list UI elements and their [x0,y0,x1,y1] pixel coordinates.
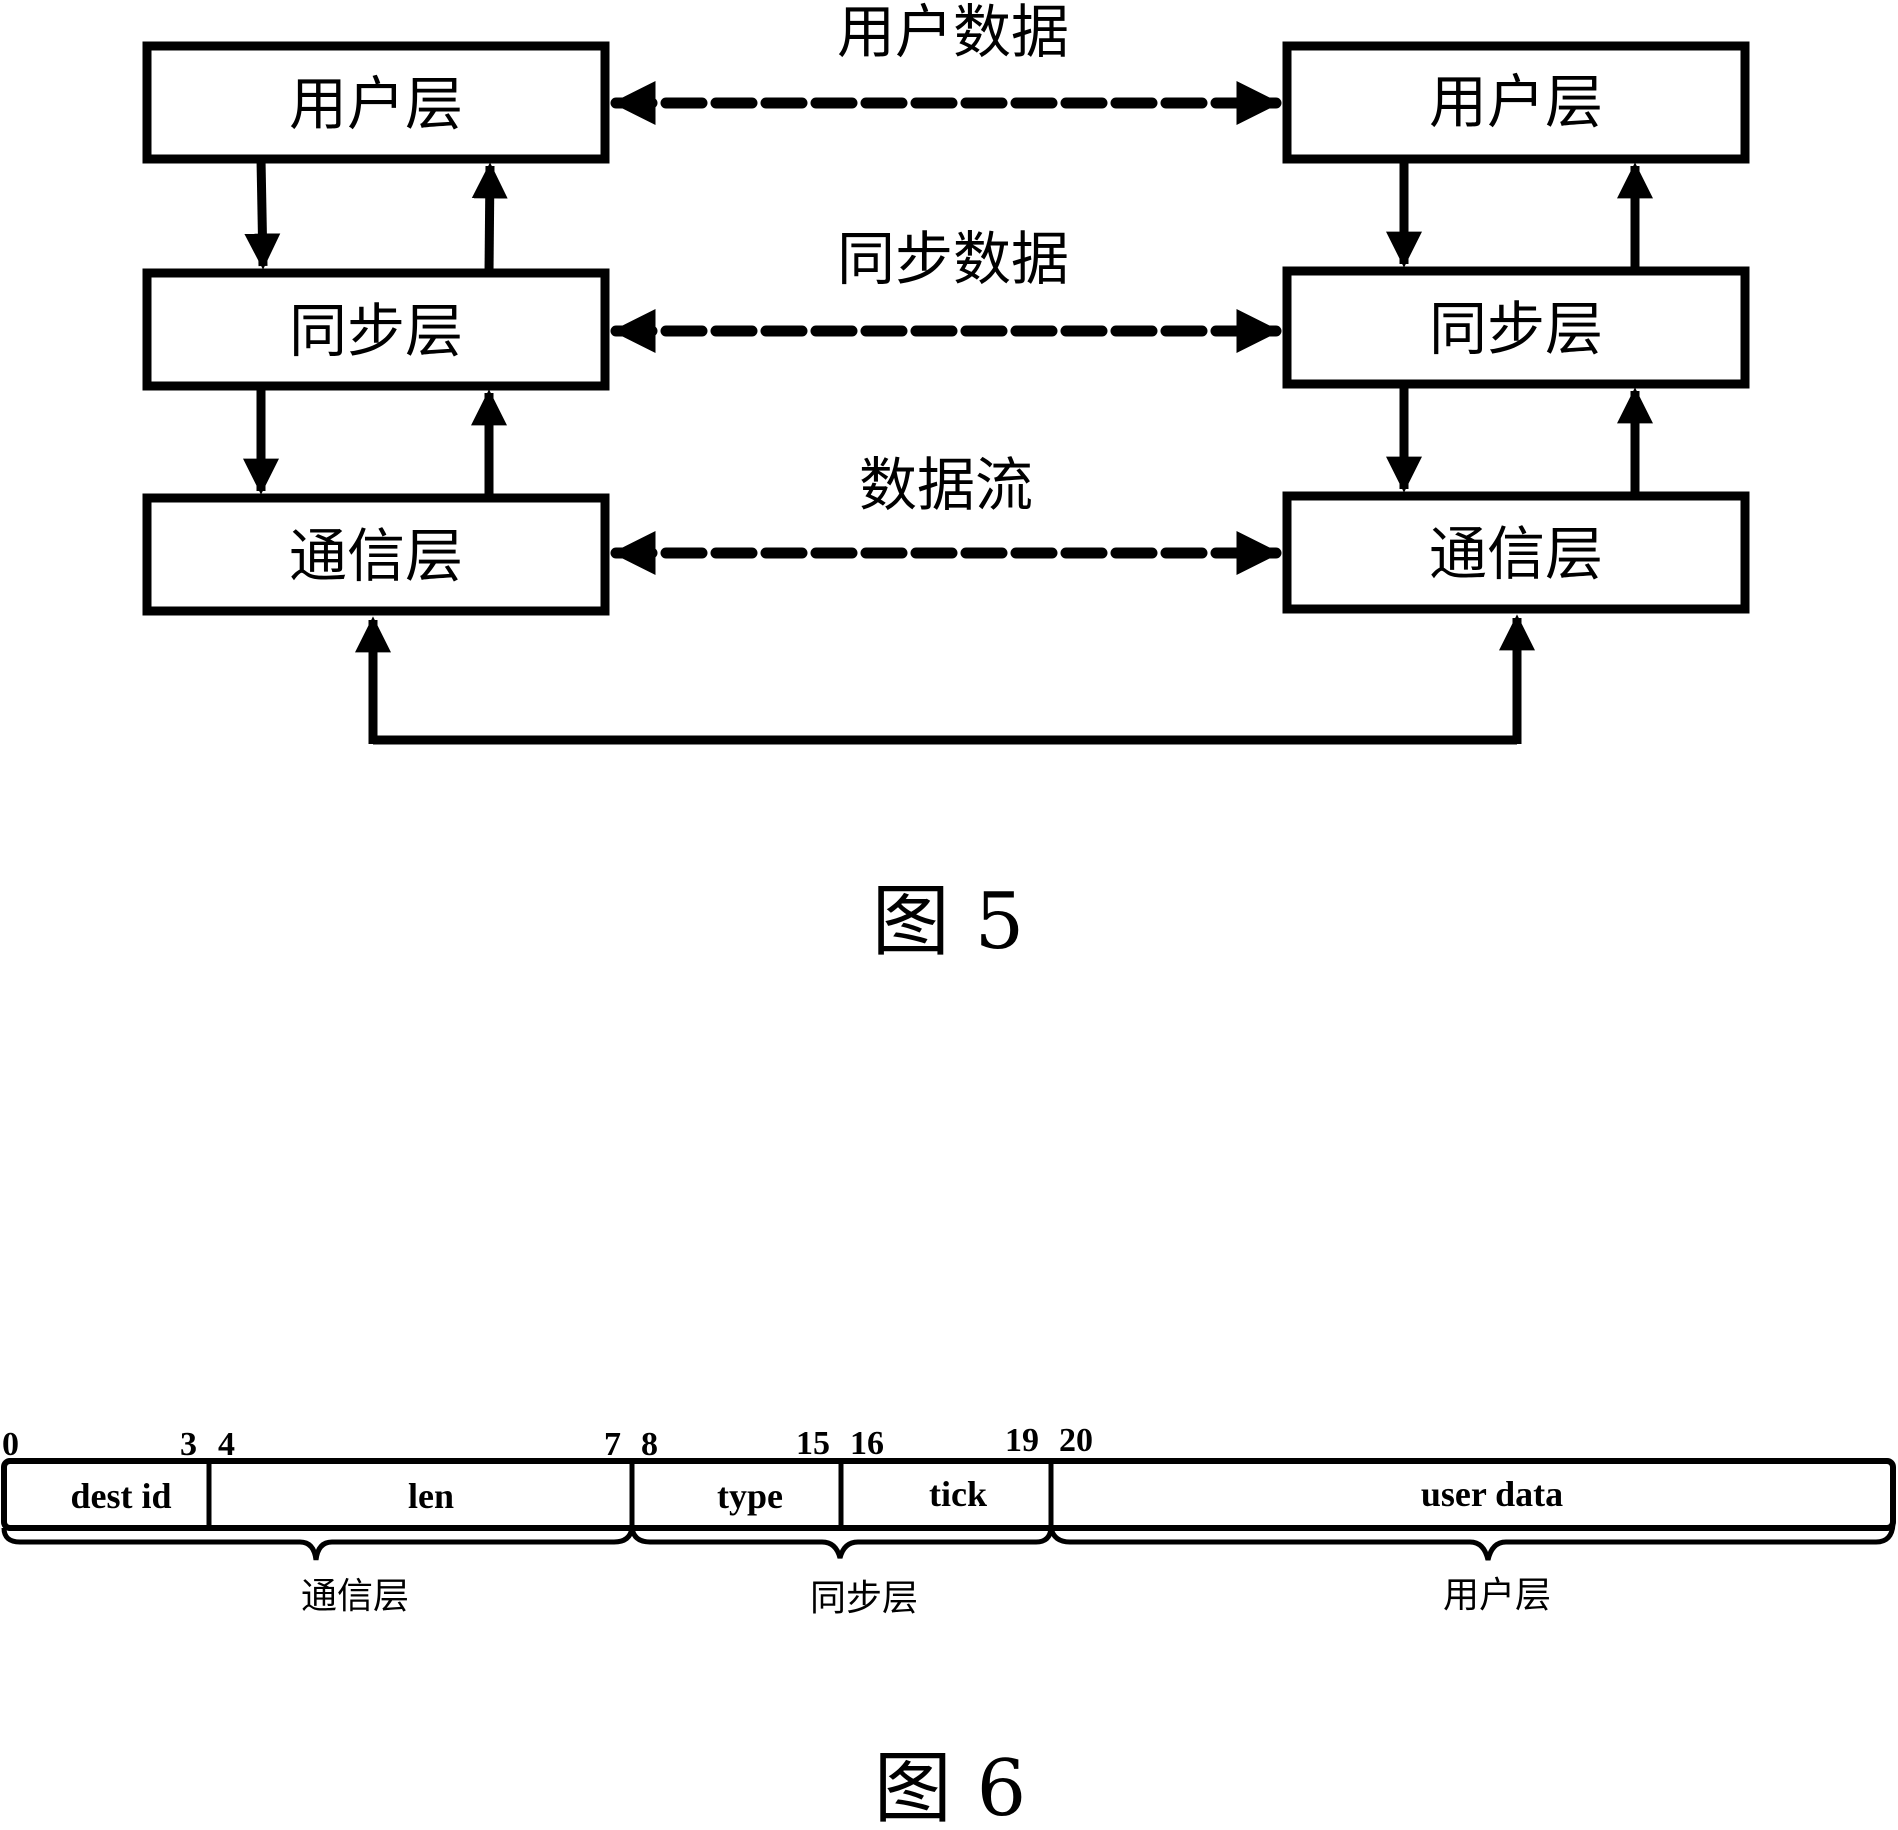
figure-6: 0 3 4 7 8 15 16 19 20 dest id len type t… [1,1422,1896,1830]
figure-5-caption: 图 5 [872,877,1024,967]
brace-sync-layer [629,1527,1054,1559]
brace-comm-layer [1,1527,635,1561]
right-comm-layer-label: 通信层 [1429,520,1603,588]
field-type: type [717,1476,783,1516]
physical-link [355,614,1535,745]
group-user-layer-label: 用户层 [1443,1575,1551,1616]
field-len: len [408,1476,454,1516]
group-sync-layer-label: 同步层 [810,1578,918,1619]
bit-0: 0 [2,1426,19,1463]
figure-6-caption: 图 6 [874,1744,1026,1830]
data-stream-link-label: 数据流 [859,451,1033,519]
left-user-layer-label: 用户层 [289,70,463,138]
bit-8: 8 [641,1426,658,1463]
right-user-layer-label: 用户层 [1429,68,1603,136]
sync-data-link-label: 同步数据 [837,225,1069,293]
bit-15: 15 [796,1425,830,1462]
left-down-arrow-1 [244,158,281,270]
left-comm-layer-label: 通信层 [289,522,463,590]
bit-20: 20 [1059,1422,1093,1459]
right-stack: 用户层 同步层 通信层 [1282,41,1750,614]
left-sync-layer-label: 同步层 [289,297,463,365]
group-comm-layer-label: 通信层 [301,1576,409,1617]
left-stack: 用户层 同步层 通信层 [142,41,610,616]
diagram-canvas: 用户层 同步层 通信层 用户层 同步层 通信层 用户数据 同步数据 数据流 图 … [1,0,1896,1830]
figure-5: 用户层 同步层 通信层 用户层 同步层 通信层 用户数据 同步数据 数据流 图 … [142,0,1750,967]
bit-7: 7 [604,1426,621,1463]
right-sync-layer-label: 同步层 [1429,295,1603,363]
bit-16: 16 [850,1425,884,1462]
peer-links: 用户数据 同步数据 数据流 [610,0,1282,575]
bit-4: 4 [218,1426,235,1463]
bit-19: 19 [1005,1422,1039,1459]
user-data-link-label: 用户数据 [837,0,1069,66]
field-user-data: user data [1421,1474,1563,1514]
left-up-arrow-1 [471,162,508,274]
field-tick: tick [929,1474,987,1514]
field-dest-id: dest id [70,1476,171,1516]
bit-3: 3 [180,1426,197,1463]
